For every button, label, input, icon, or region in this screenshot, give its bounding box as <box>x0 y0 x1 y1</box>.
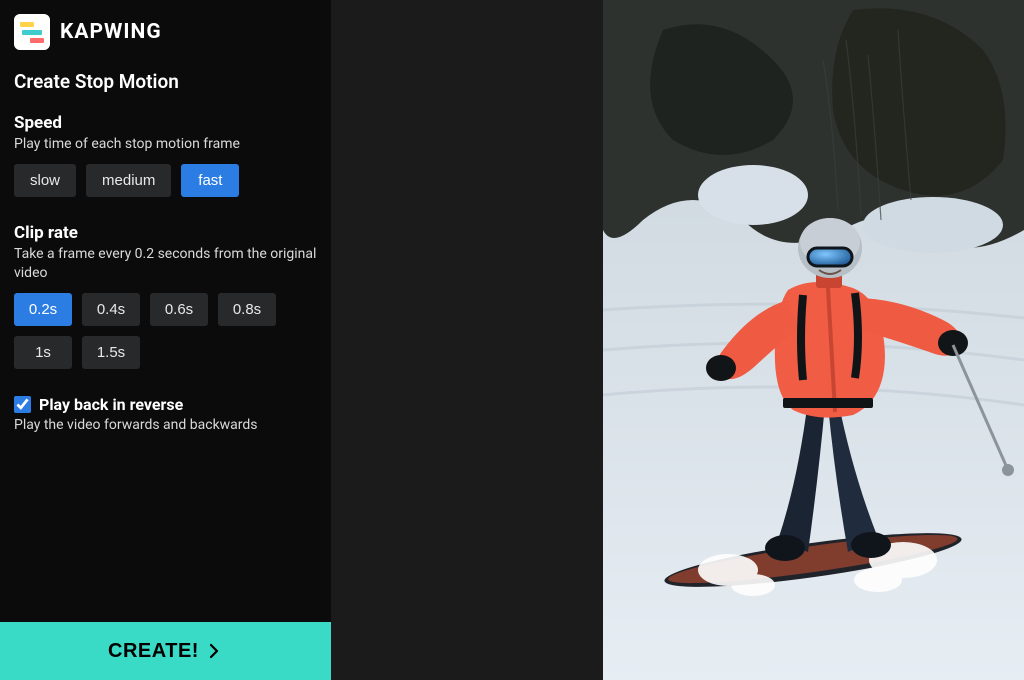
reverse-desc: Play the video forwards and backwards <box>14 416 317 435</box>
speed-desc: Play time of each stop motion frame <box>14 135 317 154</box>
chevron-right-icon <box>205 642 223 660</box>
sidebar-content: KAPWING Create Stop Motion Speed Play ti… <box>0 0 331 622</box>
sidebar: KAPWING Create Stop Motion Speed Play ti… <box>0 0 331 680</box>
brand-name: KAPWING <box>60 20 162 44</box>
clip-rate-option-1s[interactable]: 1s <box>14 336 72 369</box>
reverse-section: Play back in reverse Play the video forw… <box>14 395 317 435</box>
create-button-label: CREATE! <box>108 640 199 663</box>
clip-rate-options: 0.2s 0.4s 0.6s 0.8s 1s 1.5s <box>14 293 317 369</box>
video-preview[interactable] <box>603 0 1024 680</box>
clip-rate-heading: Clip rate <box>14 223 317 243</box>
speed-options: slow medium fast <box>14 164 317 197</box>
clip-rate-section: Clip rate Take a frame every 0.2 seconds… <box>14 223 317 369</box>
clip-rate-desc: Take a frame every 0.2 seconds from the … <box>14 245 317 283</box>
clip-rate-option-1-5s[interactable]: 1.5s <box>82 336 140 369</box>
kapwing-logo-icon <box>14 14 50 50</box>
clip-rate-option-0-6s[interactable]: 0.6s <box>150 293 208 326</box>
speed-section: Speed Play time of each stop motion fram… <box>14 113 317 197</box>
create-button[interactable]: CREATE! <box>0 622 331 680</box>
reverse-label[interactable]: Play back in reverse <box>39 395 183 414</box>
clip-rate-option-0-8s[interactable]: 0.8s <box>218 293 276 326</box>
clip-rate-option-0-2s[interactable]: 0.2s <box>14 293 72 326</box>
speed-option-slow[interactable]: slow <box>14 164 76 197</box>
brand-logo[interactable]: KAPWING <box>14 14 317 50</box>
reverse-checkbox[interactable] <box>14 396 31 413</box>
speed-heading: Speed <box>14 113 317 133</box>
speed-option-fast[interactable]: fast <box>181 164 239 197</box>
preview-gutter <box>331 0 603 680</box>
snowboarder-preview-image <box>603 0 1024 680</box>
clip-rate-option-0-4s[interactable]: 0.4s <box>82 293 140 326</box>
speed-option-medium[interactable]: medium <box>86 164 171 197</box>
page-title: Create Stop Motion <box>14 70 317 93</box>
